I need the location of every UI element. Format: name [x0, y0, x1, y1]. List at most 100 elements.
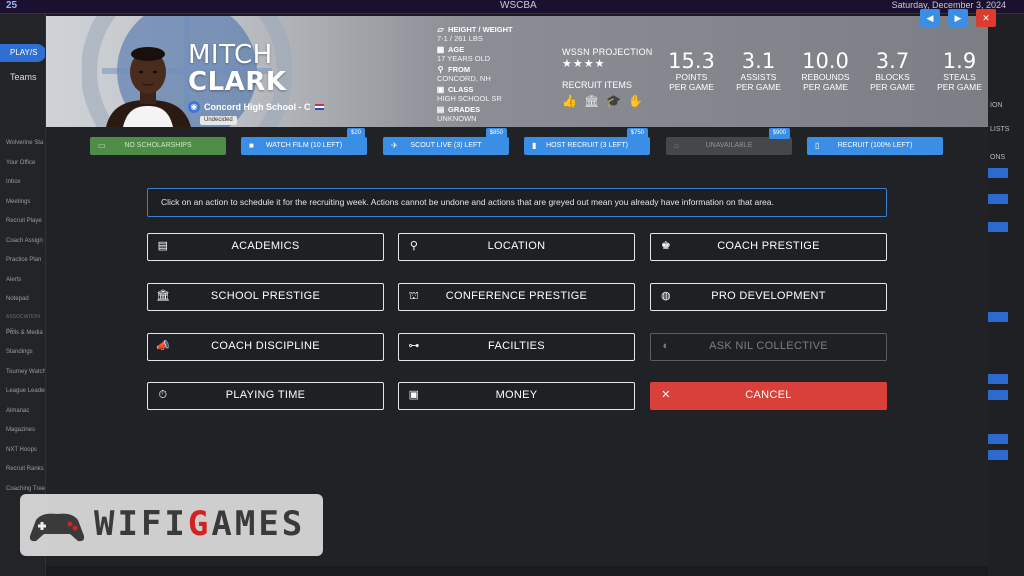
sidebar-nav: Wolverine Sta Your Office Inbox Meetings… [0, 134, 45, 499]
sidebar-item[interactable]: Magazines [0, 421, 45, 441]
graduation-cap-icon: 🎓 [606, 94, 621, 108]
play-sim-button[interactable]: PLAY/S [0, 44, 45, 62]
info-height-weight: ▱ HEIGHT / WEIGHT 7-1 / 261 LBS [436, 25, 546, 43]
no-scholarships-label: NO SCHOLARSHIPS [124, 142, 192, 149]
right-panel-button[interactable] [988, 374, 1008, 384]
playing-time-button[interactable]: ⏱ PLAYING TIME [147, 382, 384, 410]
ruler-icon: ▱ [437, 25, 444, 34]
player-last-name: CLARK [188, 67, 287, 97]
sidebar-section-label: ASSOCIATION INF [6, 313, 40, 334]
stat-value: 10.0 [802, 49, 849, 73]
background-right-panel: ION LISTS ONS [988, 14, 1024, 576]
conference-prestige-label: CONFERENCE PRESTIGE [445, 290, 588, 302]
sidebar-item[interactable]: Standings [0, 343, 45, 363]
right-panel-button[interactable] [988, 312, 1008, 322]
sidebar-item[interactable]: Alerts [0, 271, 45, 291]
sidebar-item[interactable]: Notepad [0, 290, 45, 310]
landmark-icon: ⛫ [408, 290, 420, 302]
door-icon: ▮ [532, 141, 537, 150]
chalkboard-icon: ▤ [436, 105, 445, 114]
right-panel-button[interactable] [988, 222, 1008, 232]
right-panel-button[interactable] [988, 390, 1008, 400]
location-button[interactable]: ⚲ LOCATION [398, 233, 635, 261]
money-button[interactable]: ▣ MONEY [398, 382, 635, 410]
sidebar-item[interactable]: Wolverine Sta [0, 134, 45, 154]
facilities-button[interactable]: ⊶ FACILTIES [398, 333, 635, 361]
money-hand-icon: ✋ [628, 94, 643, 108]
sidebar-item[interactable]: Tourney Watch [0, 363, 45, 383]
school-row: ◉ Concord High School - C [188, 100, 324, 114]
phone-icon: ▯ [815, 141, 820, 150]
class-label: CLASS [448, 85, 474, 94]
money-bill-icon: ▣ [408, 389, 420, 401]
watermark-text-g: G [187, 504, 212, 544]
sidebar-item[interactable]: Recruit Ranks [0, 460, 45, 480]
right-panel-button[interactable] [988, 168, 1008, 178]
school-building-icon: 🏛 [584, 94, 600, 108]
sidebar-item[interactable]: League Leaders [0, 382, 45, 402]
sidebar-item[interactable]: NXT Hoops [0, 441, 45, 461]
projection-label: WSSN PROJECTION [562, 47, 653, 57]
recruit-label: RECRUIT (100% LEFT) [837, 142, 913, 149]
host-recruit-button[interactable]: ▮ HOST RECRUIT (3 LEFT) $750 [524, 128, 650, 155]
watermark-text-left: WIFI [94, 504, 188, 544]
watermark-logo: WIFIGAMES [20, 494, 323, 556]
right-panel-button[interactable] [988, 450, 1008, 460]
coach-prestige-button[interactable]: ♚ COACH PRESTIGE [650, 233, 887, 261]
unavailable-label: UNAVAILABLE [705, 142, 753, 149]
stat-label: REBOUNDS [801, 72, 850, 82]
app-topbar: 25 WSCBA Saturday, December 3, 2024 [0, 0, 1024, 14]
previous-player-button[interactable]: ◀ [920, 9, 940, 27]
right-panel-button[interactable] [988, 434, 1008, 444]
academics-button[interactable]: ▤ ACADEMICS [147, 233, 384, 261]
stat-value: 3.1 [741, 49, 776, 73]
next-player-button[interactable]: ▶ [948, 9, 968, 27]
grades-label: GRADES [448, 105, 481, 114]
from-label: FROM [448, 65, 471, 74]
sidebar-item[interactable]: Coach Assign [0, 232, 45, 252]
coach-discipline-button[interactable]: 📣 COACH DISCIPLINE [147, 333, 384, 361]
sidebar-item[interactable]: Meetings [0, 193, 45, 213]
sidebar-item[interactable]: Almanac [0, 402, 45, 422]
star-rating: ★★★★ [562, 58, 606, 70]
map-pin-icon: ⚲ [437, 65, 444, 74]
pro-development-button[interactable]: ◍ PRO DEVELOPMENT [650, 283, 887, 311]
recruit-button[interactable]: ▯ RECRUIT (100% LEFT) [807, 137, 943, 155]
player-header: MITCH CLARK ◉ Concord High School - C Un… [46, 16, 988, 127]
chevron-right-icon: ▶ [954, 13, 962, 23]
location-label: LOCATION [487, 240, 546, 252]
ticket-icon: ▭ [98, 141, 106, 150]
scout-live-button[interactable]: ✈ SCOUT LIVE (3) LEFT $850 [383, 128, 509, 155]
scout-live-label: SCOUT LIVE (3) LEFT [410, 142, 482, 149]
ask-nil-collective-button: ◐ ASK NIL COLLECTIVE [650, 333, 887, 361]
stat-rebounds: 10.0 REBOUNDS PER GAME [792, 50, 859, 92]
academics-label: ACADEMICS [231, 240, 300, 252]
recruit-items: 👍 🏛 🎓 ✋ [562, 94, 643, 108]
right-panel-button[interactable] [988, 194, 1008, 204]
playing-time-label: PLAYING TIME [225, 389, 306, 401]
sidebar-item[interactable]: Polls & Media [0, 324, 45, 344]
us-flag-icon [314, 104, 324, 110]
conference-prestige-button[interactable]: ⛫ CONFERENCE PRESTIGE [398, 283, 635, 311]
stopwatch-icon: ⏱ [158, 389, 168, 401]
sidebar-item[interactable]: Inbox [0, 173, 45, 193]
app-brand: 25 [6, 0, 18, 11]
recruit-items-label: RECRUIT ITEMS [562, 80, 632, 90]
cancel-button[interactable]: ✕ CANCEL [650, 382, 887, 410]
bus-icon: ▣ [436, 85, 445, 94]
player-portrait [106, 47, 191, 127]
chess-king-icon: ♚ [660, 240, 672, 252]
no-scholarships-button[interactable]: ▭ NO SCHOLARSHIPS [90, 137, 226, 155]
sidebar-item[interactable]: Recruit Playe [0, 212, 45, 232]
stat-label: BLOCKS [875, 72, 910, 82]
sidebar-item[interactable]: Practice Plan [0, 251, 45, 271]
school-prestige-button[interactable]: 🏛 SCHOOL PRESTIGE [147, 283, 384, 311]
close-button[interactable]: ✕ [976, 9, 996, 27]
school-building-icon: 🏛 [156, 290, 171, 302]
host-recruit-label: HOST RECRUIT (3 LEFT) [546, 142, 628, 149]
from-value: CONCORD, NH [437, 74, 491, 83]
age-label: AGE [448, 45, 465, 54]
watch-film-button[interactable]: ■ WATCH FILM (10 LEFT) $20 [241, 128, 367, 155]
sidebar-item[interactable]: Your Office [0, 154, 45, 174]
player-first-name: MITCH [188, 40, 273, 70]
